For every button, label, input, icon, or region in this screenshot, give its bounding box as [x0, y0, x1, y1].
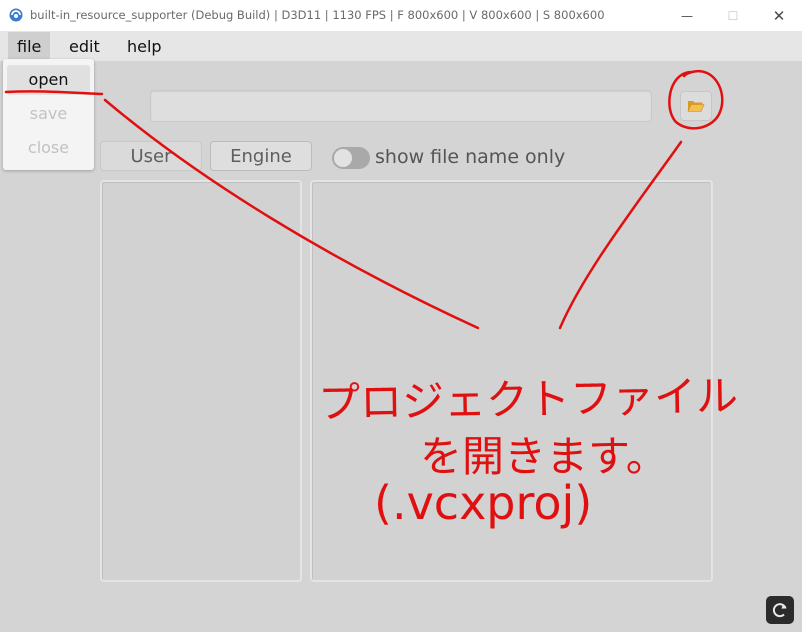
refresh-icon	[772, 603, 787, 618]
menu-file[interactable]: file	[8, 32, 51, 61]
maximize-icon: ☐	[727, 8, 739, 23]
annotation-text-line1: プロジェクトファイル	[317, 371, 739, 428]
close-window-button[interactable]: ✕	[756, 0, 802, 31]
file-menu-dropdown: open save close	[3, 59, 94, 170]
file-tree-panel[interactable]	[100, 180, 302, 582]
menu-save: save	[29, 104, 68, 123]
project-path-field[interactable]	[150, 90, 652, 122]
minimize-button[interactable]: —	[664, 0, 710, 31]
title-bar: built-in_resource_supporter (Debug Build…	[0, 0, 802, 32]
menu-bar: file edit help	[0, 32, 802, 61]
app-icon	[9, 8, 23, 22]
annotation-text-line3: (.vcxproj)	[374, 476, 593, 530]
menu-open[interactable]: open	[7, 65, 90, 95]
close-icon: ✕	[772, 6, 786, 25]
toggle-knob	[334, 149, 352, 167]
tab-engine[interactable]: Engine	[210, 141, 312, 171]
window-title: built-in_resource_supporter (Debug Build…	[30, 8, 605, 22]
menu-edit[interactable]: edit	[60, 32, 109, 61]
open-folder-button[interactable]	[680, 91, 712, 121]
show-file-name-only-label: show file name only	[375, 146, 566, 168]
tab-user[interactable]: User	[100, 141, 202, 171]
show-file-name-only-toggle[interactable]	[332, 147, 370, 169]
minimize-icon: —	[681, 8, 693, 23]
maximize-button[interactable]: ☐	[710, 0, 756, 31]
annotation-text-line2: を開きます。	[420, 432, 668, 481]
menu-help[interactable]: help	[118, 32, 171, 61]
refresh-button[interactable]	[766, 596, 794, 624]
menu-close: close	[27, 138, 70, 157]
folder-open-icon	[687, 101, 705, 112]
